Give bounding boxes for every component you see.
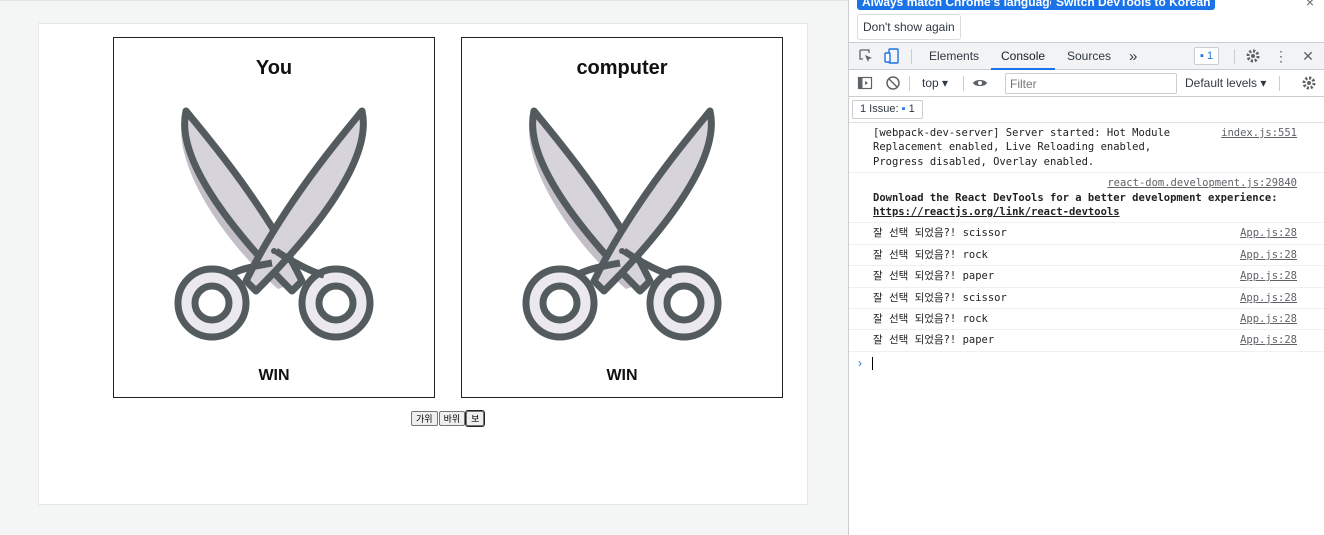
console-message: 잘 선택 되었음?! scissor App.js:28	[849, 288, 1324, 310]
text-caret	[872, 356, 873, 370]
source-link[interactable]: App.js:28	[1240, 312, 1297, 326]
devtools-link[interactable]: https://reactjs.org/link/react-devtools	[873, 206, 1120, 218]
source-link[interactable]: index.js:551	[1221, 126, 1297, 140]
dont-show-again-button[interactable]: Don't show again	[857, 14, 961, 40]
paper-button[interactable]: 보	[465, 410, 486, 427]
dropdown-arrow-icon: ▾	[1260, 76, 1267, 90]
issues-bar: 1 Issue: ▪ 1	[849, 97, 1324, 123]
dropdown-arrow-icon: ▾	[942, 76, 949, 90]
source-link[interactable]: App.js:28	[1240, 269, 1297, 283]
scissors-icon	[174, 103, 374, 343]
tab-elements[interactable]: Elements	[919, 43, 989, 70]
kebab-menu-icon[interactable]: ⋮	[1273, 48, 1289, 64]
console-message: 잘 선택 되었음?! paper App.js:28	[849, 266, 1324, 288]
choice-buttons: 가위 바위 보	[411, 410, 486, 427]
language-infobar: Always match Chrome's language Switch De…	[849, 0, 1324, 43]
match-language-button[interactable]: Always match Chrome's language	[857, 0, 1062, 10]
message-icon: ▪	[1200, 50, 1207, 62]
console-message: 잘 선택 되었음?! rock App.js:28	[849, 245, 1324, 267]
gear-icon[interactable]	[1245, 48, 1261, 64]
issues-badge[interactable]: ▪ 1	[1194, 47, 1220, 65]
divider	[1279, 76, 1280, 91]
rock-button[interactable]: 바위	[438, 411, 466, 426]
log-levels-dropdown[interactable]: Default levels ▾	[1175, 70, 1276, 97]
console-messages: [webpack-dev-server] Server started: Hot…	[849, 123, 1324, 374]
computer-title: computer	[576, 57, 668, 79]
game-page: You WIN computer WIN 가위 바위 보	[38, 23, 808, 505]
source-link[interactable]: react-dom.development.js:29840	[873, 176, 1297, 190]
more-tabs-icon[interactable]: »	[1119, 43, 1147, 70]
tab-console[interactable]: Console	[991, 43, 1056, 70]
close-icon[interactable]: ×	[1306, 0, 1314, 10]
computer-result: WIN	[606, 367, 638, 384]
player-title: You	[255, 57, 293, 79]
scissors-icon	[522, 103, 722, 343]
prompt-chevron-icon: ›	[858, 355, 862, 370]
close-devtools-icon[interactable]: ✕	[1300, 48, 1316, 64]
source-link[interactable]: App.js:28	[1240, 333, 1297, 347]
device-toolbar-icon[interactable]	[884, 48, 900, 64]
source-link[interactable]: App.js:28	[1240, 248, 1297, 262]
source-link[interactable]: App.js:28	[1240, 226, 1297, 240]
clear-console-icon[interactable]	[885, 75, 901, 91]
sidebar-toggle-icon[interactable]	[857, 75, 873, 91]
console-message: 잘 선택 되었음?! scissor App.js:28	[849, 223, 1324, 245]
filter-input[interactable]	[1005, 73, 1177, 94]
divider	[909, 76, 910, 91]
tab-sources[interactable]: Sources	[1057, 43, 1121, 70]
console-message: 잘 선택 되었음?! paper App.js:28	[849, 330, 1324, 352]
devtools-panel: Always match Chrome's language Switch De…	[848, 0, 1324, 535]
switch-korean-button[interactable]: Switch DevTools to Korean	[1051, 0, 1216, 10]
devtools-tabbar: Elements Console Sources » ▪ 1 ⋮ ✕	[849, 43, 1324, 70]
console-prompt[interactable]: ›	[849, 352, 1324, 374]
computer-card: computer WIN	[461, 37, 783, 398]
divider	[911, 49, 912, 64]
console-toolbar: top ▾ Default levels ▾	[849, 70, 1324, 97]
message-icon: ▪	[901, 103, 906, 115]
issues-button[interactable]: 1 Issue: ▪ 1	[852, 100, 923, 119]
console-message: react-dom.development.js:29840 Download …	[849, 173, 1324, 224]
scissors-button[interactable]: 가위	[411, 411, 438, 426]
player-card: You WIN	[113, 37, 435, 398]
inspect-element-icon[interactable]	[858, 48, 874, 64]
console-message: [webpack-dev-server] Server started: Hot…	[849, 123, 1324, 174]
app-viewport: You WIN computer WIN 가위 바위 보	[0, 0, 848, 535]
console-settings-gear-icon[interactable]	[1301, 75, 1317, 91]
divider	[1234, 49, 1235, 64]
source-link[interactable]: App.js:28	[1240, 291, 1297, 305]
player-result: WIN	[258, 367, 290, 384]
eye-icon[interactable]	[972, 75, 988, 91]
divider	[963, 76, 964, 91]
context-selector[interactable]: top ▾	[912, 70, 958, 97]
console-message: 잘 선택 되었음?! rock App.js:28	[849, 309, 1324, 331]
